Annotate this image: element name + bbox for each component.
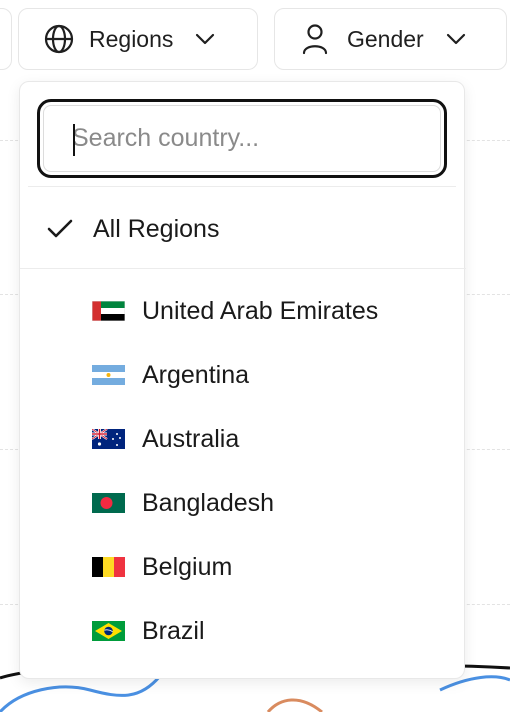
ae-flag-icon xyxy=(92,301,125,321)
option-country-be[interactable]: Belgium xyxy=(20,538,466,596)
be-flag-icon xyxy=(92,557,125,577)
divider xyxy=(20,268,466,269)
check-icon xyxy=(47,219,73,239)
globe-icon xyxy=(43,23,75,55)
option-label: Australia xyxy=(142,424,240,453)
chevron-down-icon xyxy=(195,33,215,45)
divider xyxy=(28,186,456,187)
text-caret xyxy=(73,124,75,156)
user-icon xyxy=(301,23,329,55)
option-label: All Regions xyxy=(93,214,220,243)
option-country-ar[interactable]: Argentina xyxy=(20,346,466,404)
option-label: Brazil xyxy=(142,616,205,645)
option-country-br[interactable]: Brazil xyxy=(20,602,466,660)
option-label: Argentina xyxy=(142,360,250,389)
regions-filter-button[interactable]: Regions xyxy=(18,8,258,70)
chevron-down-icon xyxy=(446,33,466,45)
regions-dropdown: All Regions United Arab Emirates Argenti… xyxy=(19,81,466,679)
search-country-input[interactable] xyxy=(43,105,441,172)
option-country-bd[interactable]: Bangladesh xyxy=(20,474,466,532)
br-flag-icon xyxy=(92,621,125,641)
option-country-au[interactable]: Australia xyxy=(20,410,466,468)
option-label: United Arab Emirates xyxy=(142,296,379,325)
bd-flag-icon xyxy=(92,493,125,513)
option-label: Bangladesh xyxy=(142,488,275,517)
option-country-ae[interactable]: United Arab Emirates xyxy=(20,282,466,340)
search-focus-ring xyxy=(37,99,447,178)
gender-filter-label: Gender xyxy=(347,25,424,52)
au-flag-icon xyxy=(92,429,125,449)
gender-filter-button[interactable]: Gender xyxy=(274,8,507,70)
regions-filter-label: Regions xyxy=(89,25,174,52)
option-label: Belgium xyxy=(142,552,233,581)
filter-button-stub[interactable] xyxy=(0,8,12,70)
option-all-regions[interactable]: All Regions xyxy=(20,194,466,264)
ar-flag-icon xyxy=(92,365,125,385)
